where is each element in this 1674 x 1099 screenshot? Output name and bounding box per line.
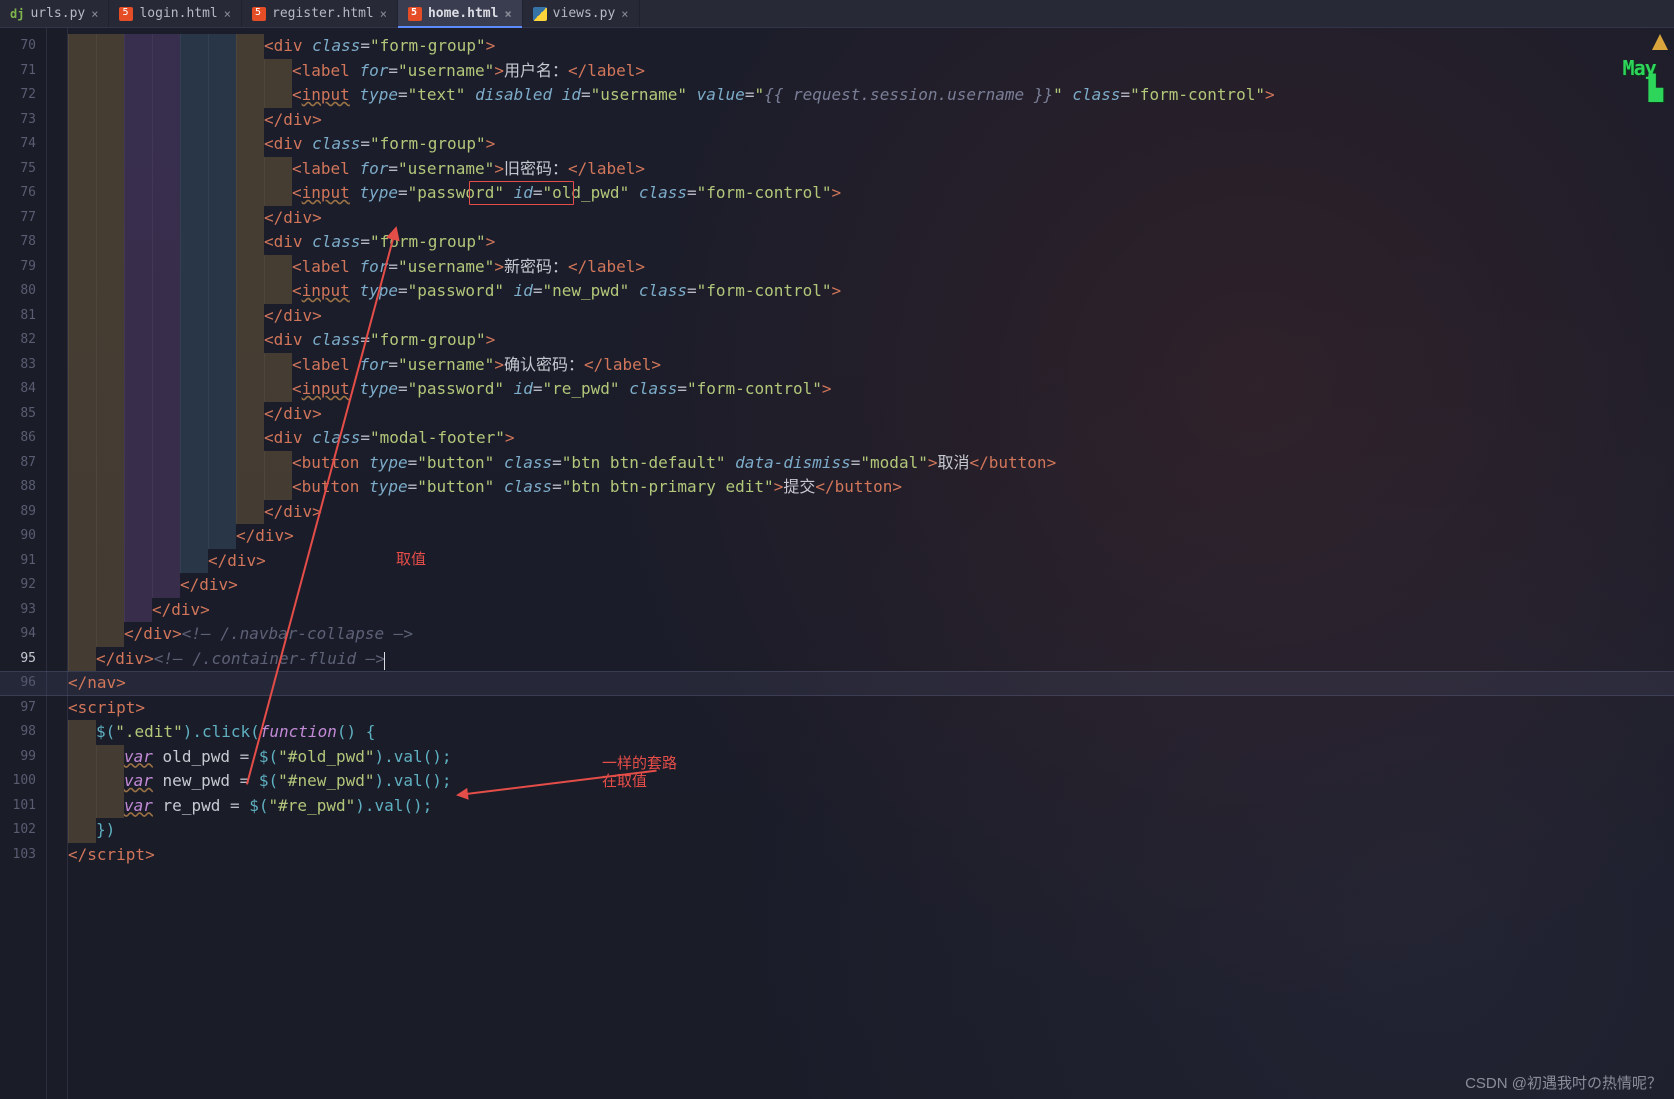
line-number: 99 [0,745,36,770]
tab-label: login.html [139,6,217,21]
html5-icon [252,7,266,21]
code-line[interactable]: <input type="password" id="re_pwd" class… [68,377,1674,402]
line-number: 78 [0,230,36,255]
django-icon: dj [10,7,24,21]
editor: 7071727374757677787980818283848586878889… [0,28,1674,1099]
line-number: 95 [0,647,36,672]
line-number: 101 [0,794,36,819]
code-line[interactable]: <div class="form-group"> [68,132,1674,157]
tab-label: home.html [428,6,498,21]
code-line[interactable]: <div class="form-group"> [68,328,1674,353]
code-line[interactable]: <input type="password" id="new_pwd" clas… [68,279,1674,304]
code-line[interactable]: </div> [68,524,1674,549]
line-number: 93 [0,598,36,623]
line-number: 88 [0,475,36,500]
code-line[interactable]: $(".edit").click(function() { [68,720,1674,745]
line-number: 84 [0,377,36,402]
code-area[interactable]: <div class="form-group"><label for="user… [68,28,1674,1099]
code-line[interactable]: <label for="username">用户名：</label> [68,59,1674,84]
code-line[interactable]: <div class="modal-footer"> [68,426,1674,451]
tab-views-py[interactable]: views.py × [523,0,640,27]
code-line[interactable]: </div> [68,598,1674,623]
code-line[interactable]: <button type="button" class="btn btn-def… [68,451,1674,476]
line-number: 74 [0,132,36,157]
close-icon[interactable]: × [91,7,98,21]
code-line[interactable]: </div> [68,402,1674,427]
line-number: 80 [0,279,36,304]
line-number: 77 [0,206,36,231]
code-line[interactable]: </div> [68,206,1674,231]
code-line[interactable]: </div> [68,573,1674,598]
line-number: 76 [0,181,36,206]
tab-label: register.html [272,6,374,21]
code-line[interactable]: <label for="username">旧密码：</label> [68,157,1674,182]
code-line[interactable]: <input type="password" id="old_pwd" clas… [68,181,1674,206]
code-line[interactable]: </div> [68,304,1674,329]
line-number: 85 [0,402,36,427]
tab-login-html[interactable]: login.html × [109,0,242,27]
code-line[interactable]: <div class="form-group"> [68,34,1674,59]
line-number: 91 [0,549,36,574]
tab-label: views.py [553,6,616,21]
code-line[interactable]: </nav> [68,671,1674,696]
html5-icon [408,7,422,21]
line-number: 83 [0,353,36,378]
line-number: 70 [0,34,36,59]
line-number: 79 [0,255,36,280]
line-number: 100 [0,769,36,794]
line-number: 75 [0,157,36,182]
line-number-gutter: 7071727374757677787980818283848586878889… [0,28,46,1099]
code-line[interactable]: </div><!— /.container-fluid —> [68,647,1674,672]
code-line[interactable]: <label for="username">新密码：</label> [68,255,1674,280]
code-line[interactable]: </div> [68,108,1674,133]
line-number: 81 [0,304,36,329]
code-line[interactable]: <script> [68,696,1674,721]
code-line[interactable]: </div> [68,500,1674,525]
line-number: 102 [0,818,36,843]
code-line[interactable]: </div><!— /.navbar-collapse —> [68,622,1674,647]
code-line[interactable]: </script> [68,843,1674,868]
line-number: 97 [0,696,36,721]
code-line[interactable]: <button type="button" class="btn btn-pri… [68,475,1674,500]
line-number: 90 [0,524,36,549]
line-number: 73 [0,108,36,133]
line-number: 72 [0,83,36,108]
line-number: 87 [0,451,36,476]
line-number: 71 [0,59,36,84]
tab-label: urls.py [30,6,85,21]
line-number: 98 [0,720,36,745]
code-line[interactable]: var old_pwd = $("#old_pwd").val(); [68,745,1674,770]
pixel-logo: May▙ [1623,58,1662,100]
tab-bar: djurls.py×login.html×register.html×home.… [0,0,1674,28]
python-icon [533,7,547,21]
tab-urls-py[interactable]: dj urls.py × [0,0,109,27]
close-icon[interactable]: × [380,7,387,21]
line-number: 89 [0,500,36,525]
code-line[interactable]: var re_pwd = $("#re_pwd").val(); [68,794,1674,819]
close-icon[interactable]: × [621,7,628,21]
close-icon[interactable]: × [504,7,511,21]
line-number: 103 [0,843,36,868]
line-number: 96 [0,671,36,696]
code-line[interactable]: }) [68,818,1674,843]
tab-register-html[interactable]: register.html × [242,0,398,27]
code-line[interactable]: <label for="username">确认密码：</label> [68,353,1674,378]
line-number: 86 [0,426,36,451]
code-line[interactable]: var new_pwd = $("#new_pwd").val(); [68,769,1674,794]
code-line[interactable]: </div> [68,549,1674,574]
line-number: 94 [0,622,36,647]
fold-gutter [46,28,68,1099]
html5-icon [119,7,133,21]
code-line[interactable]: <input type="text" disabled id="username… [68,83,1674,108]
close-icon[interactable]: × [224,7,231,21]
line-number: 92 [0,573,36,598]
line-number: 82 [0,328,36,353]
code-line[interactable]: <div class="form-group"> [68,230,1674,255]
tab-home-html[interactable]: home.html × [398,0,523,27]
